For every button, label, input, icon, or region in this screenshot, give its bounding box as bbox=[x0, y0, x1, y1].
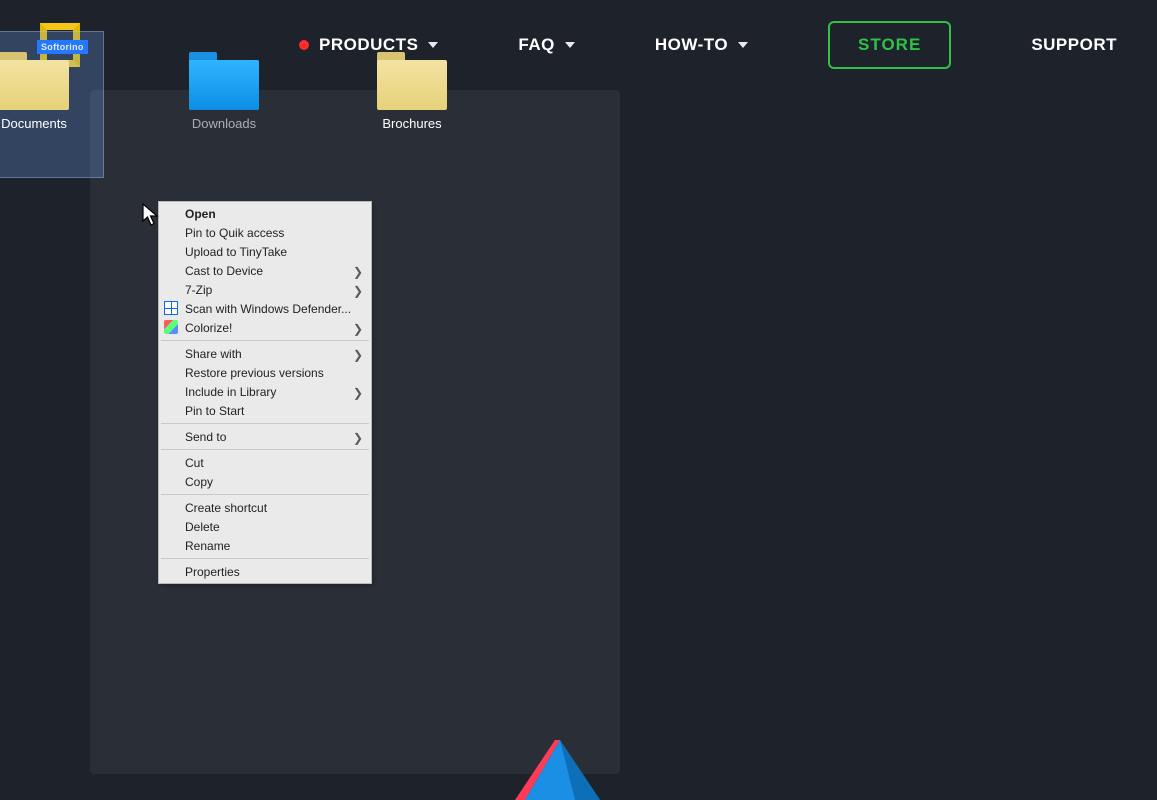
menu-restore-previous[interactable]: Restore previous versions bbox=[159, 363, 371, 382]
folder-icon bbox=[0, 52, 69, 110]
menu-separator bbox=[161, 494, 369, 495]
context-menu: Open Pin to Quik access Upload to TinyTa… bbox=[158, 201, 372, 584]
submenu-arrow-icon: ❯ bbox=[353, 431, 363, 445]
menu-separator bbox=[161, 558, 369, 559]
color-icon bbox=[164, 320, 178, 334]
menu-delete[interactable]: Delete bbox=[159, 517, 371, 536]
menu-pin-to-start[interactable]: Pin to Start bbox=[159, 401, 371, 420]
menu-separator bbox=[161, 340, 369, 341]
menu-defender-scan[interactable]: Scan with Windows Defender... bbox=[159, 299, 371, 318]
folder-icon bbox=[377, 52, 447, 110]
menu-pin-quick-access[interactable]: Pin to Quik access bbox=[159, 223, 371, 242]
nav-howto[interactable]: HOW-TO bbox=[655, 35, 748, 55]
menu-open[interactable]: Open bbox=[159, 204, 371, 223]
folder-icon bbox=[189, 52, 259, 110]
menu-rename[interactable]: Rename bbox=[159, 536, 371, 555]
menu-separator bbox=[161, 423, 369, 424]
decorative-shape bbox=[505, 740, 605, 800]
menu-include-library[interactable]: Include in Library❯ bbox=[159, 382, 371, 401]
nav-faq-label: FAQ bbox=[518, 35, 554, 55]
folder-label: Documents bbox=[0, 116, 103, 131]
folder-label: Downloads bbox=[155, 116, 293, 131]
folder-documents[interactable]: Documents bbox=[0, 32, 103, 177]
menu-send-to[interactable]: Send to❯ bbox=[159, 427, 371, 446]
submenu-arrow-icon: ❯ bbox=[353, 284, 363, 298]
menu-7zip[interactable]: 7-Zip❯ bbox=[159, 280, 371, 299]
shield-icon bbox=[164, 301, 178, 315]
menu-share-with[interactable]: Share with❯ bbox=[159, 344, 371, 363]
menu-create-shortcut[interactable]: Create shortcut bbox=[159, 498, 371, 517]
nav-store-button[interactable]: STORE bbox=[828, 21, 951, 69]
nav-store-label: STORE bbox=[858, 35, 921, 55]
submenu-arrow-icon: ❯ bbox=[353, 265, 363, 279]
nav-support[interactable]: SUPPORT bbox=[1031, 35, 1117, 55]
menu-colorize[interactable]: Colorize!❯ bbox=[159, 318, 371, 337]
menu-cut[interactable]: Cut bbox=[159, 453, 371, 472]
nav-faq[interactable]: FAQ bbox=[518, 35, 574, 55]
submenu-arrow-icon: ❯ bbox=[353, 322, 363, 336]
submenu-arrow-icon: ❯ bbox=[353, 386, 363, 400]
menu-properties[interactable]: Properties bbox=[159, 562, 371, 581]
menu-copy[interactable]: Copy bbox=[159, 472, 371, 491]
nav-support-label: SUPPORT bbox=[1031, 35, 1117, 55]
new-indicator-dot bbox=[299, 40, 309, 50]
chevron-down-icon bbox=[565, 42, 575, 48]
submenu-arrow-icon: ❯ bbox=[353, 348, 363, 362]
folder-label: Brochures bbox=[343, 116, 481, 131]
folder-downloads[interactable]: Downloads bbox=[155, 32, 293, 177]
nav-howto-label: HOW-TO bbox=[655, 35, 728, 55]
folder-brochures[interactable]: Brochures bbox=[343, 32, 481, 177]
chevron-down-icon bbox=[738, 42, 748, 48]
menu-separator bbox=[161, 449, 369, 450]
menu-cast-to-device[interactable]: Cast to Device❯ bbox=[159, 261, 371, 280]
menu-upload-tinytake[interactable]: Upload to TinyTake bbox=[159, 242, 371, 261]
